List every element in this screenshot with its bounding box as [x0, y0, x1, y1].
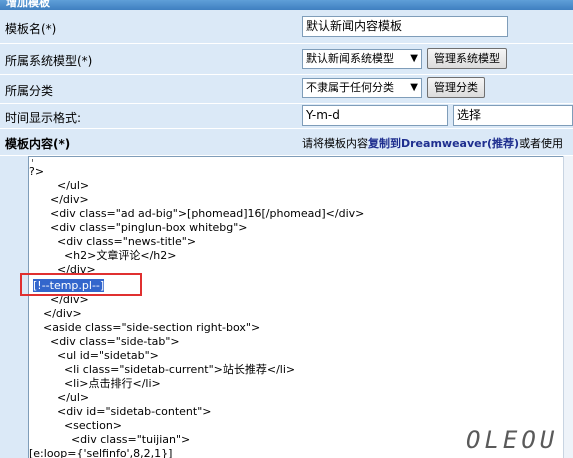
- watermark: OLEOU: [466, 426, 559, 454]
- code-line: <li class="sidetab-current">站长推荐</li>: [29, 363, 296, 376]
- code-line: <div class="tuijian">: [29, 433, 191, 446]
- system-model-label: 所属系统模型(*): [5, 54, 93, 68]
- row-template-content: 模板内容(*) 请将模板内容复制到Dreamweaver(推荐)或者使用: [0, 129, 573, 156]
- code-line: <li>点击排行</li>: [29, 377, 161, 390]
- hint-bold: 复制到Dreamweaver(推荐): [368, 137, 520, 150]
- category-label: 所属分类: [5, 84, 54, 98]
- code-line: </div>: [29, 193, 89, 206]
- template-name-input[interactable]: 默认新闻内容模板: [302, 16, 508, 37]
- code-line: <div id="sidetab-content">: [29, 405, 212, 418]
- category-selected: 不隶属于任何分类: [306, 81, 394, 94]
- code-line: </div>: [29, 307, 82, 320]
- template-name-label: 模板名(*): [5, 22, 57, 36]
- code-line: ?>: [29, 165, 45, 178]
- manage-system-model-button[interactable]: 管理系统模型: [427, 48, 507, 69]
- code-line: </ul>: [29, 391, 90, 404]
- code-line: [e:loop={'selfinfo',8,2,1}]: [29, 447, 173, 458]
- template-content-label: 模板内容(*): [5, 137, 71, 151]
- template-form-window: 增加模板 模板名(*) 默认新闻内容模板 所属系统模型(*) 默认新闻系统模型 …: [0, 0, 573, 458]
- header-title: 增加模板: [6, 0, 50, 9]
- time-format-select[interactable]: 选择: [453, 105, 573, 126]
- code-line: <ul id="sidetab">: [29, 349, 159, 362]
- editor-scrollbar[interactable]: [563, 156, 573, 458]
- time-format-input[interactable]: Y-m-d: [302, 105, 448, 126]
- code-line: <aside class="side-section right-box">: [29, 321, 261, 334]
- header-bar: 增加模板: [0, 0, 573, 10]
- code-line: <div class="ad ad-big">[phomead]16[/phom…: [29, 207, 365, 220]
- hint-suffix: 或者使用: [519, 137, 564, 150]
- code-line: </ul>: [29, 179, 90, 192]
- code-line: <section>: [29, 419, 123, 432]
- row-category: 所属分类 不隶属于任何分类 ▼ 管理分类: [0, 75, 573, 104]
- manage-category-button[interactable]: 管理分类: [427, 77, 485, 98]
- content-hint: 请将模板内容复制到Dreamweaver(推荐)或者使用: [302, 135, 563, 151]
- category-select[interactable]: 不隶属于任何分类 ▼: [302, 78, 422, 98]
- system-model-select[interactable]: 默认新闻系统模型 ▼: [302, 49, 422, 69]
- dropdown-arrow-icon: ▼: [410, 53, 418, 64]
- code-line: <div class="side-tab">: [29, 335, 180, 348]
- code-line: <div class="news-title">: [29, 235, 197, 248]
- row-time-format: 时间显示格式: Y-m-d 选择: [0, 104, 573, 129]
- row-system-model: 所属系统模型(*) 默认新闻系统模型 ▼ 管理系统模型: [0, 44, 573, 75]
- annotation-highlight-box: [20, 273, 142, 296]
- dropdown-arrow-icon: ▼: [410, 82, 418, 93]
- row-template-name: 模板名(*) 默认新闻内容模板: [0, 10, 573, 44]
- code-line: <div class="pinglun-box whitebg">: [29, 221, 248, 234]
- code-line: <h2>文章评论</h2>: [29, 249, 177, 262]
- time-format-label: 时间显示格式:: [5, 111, 82, 125]
- left-gutter: [0, 156, 28, 458]
- hint-prefix: 请将模板内容: [302, 137, 368, 150]
- template-content-textarea[interactable]: ' ?> </ul> </div> <div class="ad ad-big"…: [28, 156, 573, 458]
- system-model-selected: 默认新闻系统模型: [306, 52, 394, 65]
